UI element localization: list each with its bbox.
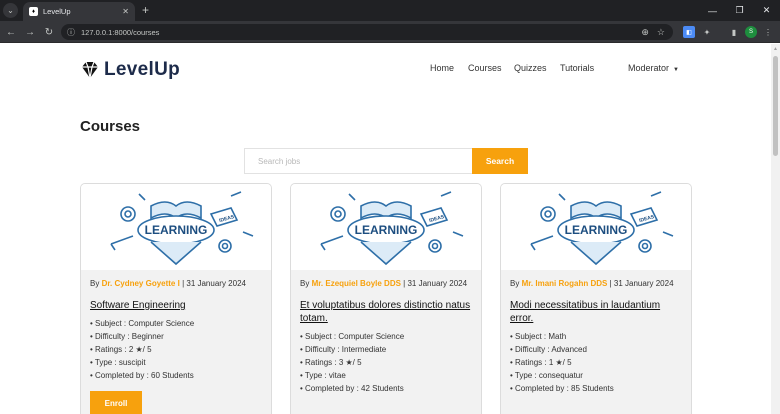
learning-illustration: LEARNING IDEAS (501, 184, 691, 270)
card-meta: By Mr. Ezequiel Boyle DDS | 31 January 2… (300, 278, 476, 290)
by-label: By (300, 279, 310, 288)
back-icon[interactable]: ← (3, 24, 19, 40)
course-completed: • Completed by : 60 Students (90, 371, 194, 380)
course-card: LEARNING IDEAS By Mr. Ezequiel Boyle DDS… (290, 183, 482, 414)
page-title: Courses (80, 118, 141, 135)
course-details: • Subject : Computer Science • Difficult… (300, 330, 476, 395)
zoom-icon[interactable]: ⊕ (641, 27, 649, 38)
minimize-icon[interactable]: — (699, 0, 726, 21)
extensions-icon[interactable]: ✦ (701, 26, 713, 38)
illustration-text: LEARNING (355, 223, 418, 237)
close-icon[interactable]: ✕ (122, 7, 129, 16)
course-ratings: • Ratings : 3 ★/ 5 (300, 358, 362, 367)
page-scrollbar[interactable]: ▲ (771, 44, 780, 414)
restore-icon[interactable]: ❐ (726, 0, 753, 21)
nav-quizzes[interactable]: Quizzes (514, 63, 547, 73)
course-title[interactable]: Et voluptatibus dolores distinctio natus… (300, 299, 476, 325)
brand[interactable]: LevelUp (80, 59, 180, 81)
bookmark-star-icon[interactable]: ☆ (657, 27, 665, 38)
card-body: By Mr. Imani Rogahn DDS | 31 January 202… (510, 278, 686, 395)
author-name[interactable]: Dr. Cydney Goyette I (102, 279, 180, 288)
menu-icon[interactable]: ⋮ (762, 26, 774, 38)
reload-icon[interactable]: ↻ (41, 24, 57, 40)
course-difficulty: • Difficulty : Beginner (90, 332, 164, 341)
profile-avatar[interactable]: S (745, 26, 757, 38)
enroll-button[interactable]: Enroll (90, 391, 142, 414)
brand-name: LevelUp (104, 59, 181, 80)
course-card: LEARNING IDEAS By Dr. Cydney Goyette I |… (80, 183, 272, 414)
card-meta: By Mr. Imani Rogahn DDS | 31 January 202… (510, 278, 686, 290)
caret-down-icon: ▼ (673, 67, 679, 73)
course-difficulty: • Difficulty : Intermediate (300, 345, 387, 354)
tab-title: LevelUp (43, 7, 71, 16)
course-ratings: • Ratings : 1 ★/ 5 (510, 358, 572, 367)
course-type: • Type : suscipit (90, 358, 146, 367)
nav-home[interactable]: Home (430, 63, 454, 73)
by-label: By (90, 279, 100, 288)
course-type: • Type : consequatur (510, 371, 583, 380)
author-name[interactable]: Mr. Ezequiel Boyle DDS (312, 279, 401, 288)
publish-date: | 31 January 2024 (609, 279, 674, 288)
url-text: 127.0.0.1:8000/courses (81, 27, 160, 37)
learning-illustration: LEARNING IDEAS (81, 184, 271, 270)
address-bar[interactable]: ⓘ 127.0.0.1:8000/courses ⊕ ☆ (61, 24, 673, 40)
diamond-logo-icon (82, 61, 98, 79)
extension-icon[interactable]: ◧ (683, 26, 695, 38)
moderator-label: Moderator (628, 63, 670, 73)
nav-tutorials[interactable]: Tutorials (560, 63, 594, 73)
page-content: LevelUp Home Courses Quizzes Tutorials M… (0, 44, 771, 414)
author-name[interactable]: Mr. Imani Rogahn DDS (522, 279, 608, 288)
scroll-thumb[interactable] (773, 56, 778, 156)
card-body: By Dr. Cydney Goyette I | 31 January 202… (90, 278, 266, 382)
publish-date: | 31 January 2024 (182, 279, 246, 288)
card-body: By Mr. Ezequiel Boyle DDS | 31 January 2… (300, 278, 476, 395)
tab-search-icon[interactable]: ⌄ (3, 3, 18, 18)
site-info-icon[interactable]: ⓘ (67, 27, 75, 38)
course-card: LEARNING IDEAS By Mr. Imani Rogahn DDS |… (500, 183, 692, 414)
course-subject: • Subject : Computer Science (300, 332, 405, 341)
learning-illustration: LEARNING IDEAS (291, 184, 481, 270)
search-input[interactable] (244, 148, 473, 174)
forward-icon[interactable]: → (22, 24, 38, 40)
course-completed: • Completed by : 85 Students (510, 384, 614, 393)
course-difficulty: • Difficulty : Advanced (510, 345, 587, 354)
browser-tabbar: ⌄ ♦ LevelUp ✕ + — ❐ ✕ (0, 0, 780, 21)
search-button[interactable]: Search (472, 148, 528, 174)
publish-date: | 31 January 2024 (403, 279, 468, 288)
course-details: • Subject : Computer Science • Difficult… (90, 317, 266, 382)
browser-toolbar: ← → ↻ ⓘ 127.0.0.1:8000/courses ⊕ ☆ ◧ ✦ ▮… (0, 21, 780, 43)
favicon-icon: ♦ (29, 7, 38, 16)
new-tab-icon[interactable]: + (142, 3, 149, 17)
course-details: • Subject : Math • Difficulty : Advanced… (510, 330, 686, 395)
course-title[interactable]: Modi necessitatibus in laudantium error. (510, 299, 686, 325)
course-ratings: • Ratings : 2 ★/ 5 (90, 345, 152, 354)
scroll-up-icon[interactable]: ▲ (773, 46, 778, 52)
course-title[interactable]: Software Engineering (90, 299, 266, 312)
by-label: By (510, 279, 520, 288)
window-close-icon[interactable]: ✕ (753, 0, 780, 21)
nav-moderator-dropdown[interactable]: Moderator ▼ (628, 63, 679, 73)
window-controls: — ❐ ✕ (699, 0, 780, 21)
card-meta: By Dr. Cydney Goyette I | 31 January 202… (90, 278, 266, 290)
course-subject: • Subject : Computer Science (90, 319, 195, 328)
course-completed: • Completed by : 42 Students (300, 384, 404, 393)
illustration-text: LEARNING (145, 223, 208, 237)
sidebar-icon[interactable]: ▮ (728, 26, 740, 38)
illustration-text: LEARNING (565, 223, 628, 237)
nav-courses[interactable]: Courses (468, 63, 502, 73)
browser-tab[interactable]: ♦ LevelUp ✕ (23, 2, 135, 21)
course-subject: • Subject : Math (510, 332, 567, 341)
course-type: • Type : vitae (300, 371, 346, 380)
